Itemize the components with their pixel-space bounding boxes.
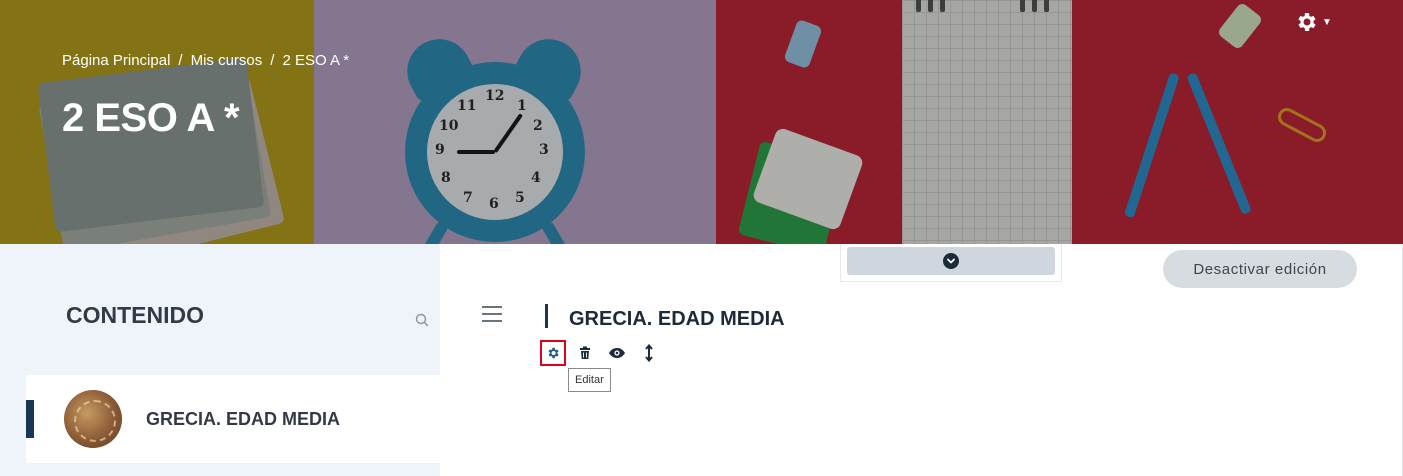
section-title: GRECIA. EDAD MEDIA <box>569 308 785 330</box>
trash-icon <box>580 346 590 359</box>
hamburger-menu-icon[interactable] <box>482 306 502 322</box>
page-title: 2 ESO A * <box>62 96 240 140</box>
edit-tooltip: Editar <box>568 368 611 392</box>
gear-icon <box>548 347 559 359</box>
sidebar-item-grecia-edad-media[interactable]: GRECIA. EDAD MEDIA <box>26 375 440 463</box>
delete-section-button[interactable] <box>572 340 598 366</box>
collapse-header-button[interactable] <box>847 247 1055 275</box>
header-collapse-tab <box>840 244 1062 282</box>
section-actions <box>540 340 662 366</box>
breadcrumb: Página Principal / Mis cursos / 2 ESO A … <box>62 52 349 69</box>
move-icon <box>645 344 653 362</box>
course-banner: 12 3 6 9 1 2 11 10 4 5 7 8 Página Princi… <box>0 0 1403 244</box>
breadcrumb-separator: / <box>178 52 183 69</box>
breadcrumb-separator: / <box>270 52 275 69</box>
course-content: Desactivar edición GRECIA. EDAD MEDIA Ed… <box>440 244 1403 476</box>
toggle-editing-button[interactable]: Desactivar edición <box>1163 250 1357 288</box>
search-icon[interactable] <box>414 312 430 328</box>
sidebar-item-label: GRECIA. EDAD MEDIA <box>146 409 341 429</box>
hide-section-button[interactable] <box>604 340 630 366</box>
breadcrumb-current-course-link[interactable]: 2 ESO A * <box>282 52 349 69</box>
gear-icon <box>1298 13 1316 31</box>
sidebar-title: CONTENIDO <box>66 302 204 328</box>
section-thumbnail <box>64 390 122 448</box>
course-settings-menu-button[interactable]: ▼ <box>1294 10 1332 34</box>
breadcrumb-my-courses-link[interactable]: Mis cursos <box>191 52 263 69</box>
edit-section-button[interactable] <box>540 340 566 366</box>
chevron-down-icon: ▼ <box>1322 16 1332 28</box>
course-index-sidebar: CONTENIDO GRECIA. EDAD MEDIA <box>0 244 440 476</box>
breadcrumb-home-link[interactable]: Página Principal <box>62 52 170 69</box>
eye-icon <box>609 348 625 358</box>
section-accent-bar <box>545 304 548 328</box>
move-section-button[interactable] <box>636 340 662 366</box>
chevron-down-circle-icon <box>943 253 959 269</box>
active-indicator <box>26 400 34 438</box>
